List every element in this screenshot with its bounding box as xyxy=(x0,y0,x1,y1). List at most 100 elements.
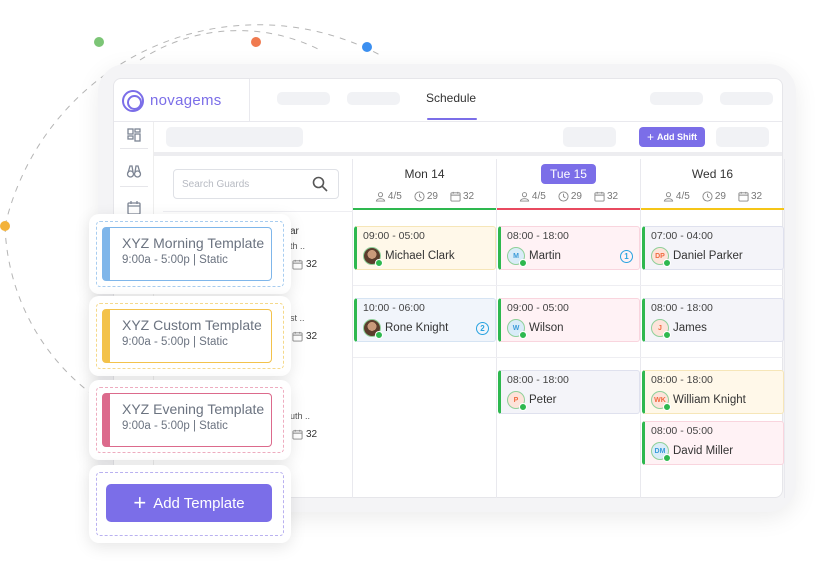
toolbar-placeholder[interactable] xyxy=(563,127,616,147)
toolbar-placeholder[interactable] xyxy=(716,127,769,147)
avatar-initials: DP xyxy=(651,247,671,267)
template-subtitle: 9:00a - 5:00p | Static xyxy=(122,420,228,432)
shift-card[interactable]: 09:00 - 05:00 Michael Clark xyxy=(354,226,496,270)
orbit-dot-blue xyxy=(362,42,372,52)
shift-time: 09:00 - 05:00 xyxy=(507,302,569,314)
guard-name: Peter xyxy=(529,394,557,406)
guard-shift-count: 32 xyxy=(292,429,317,440)
nav-tab-placeholder[interactable] xyxy=(347,92,400,105)
verified-icon xyxy=(663,259,671,267)
shift-time: 10:00 - 06:00 xyxy=(363,302,425,314)
template-item[interactable]: XYZ Custom Template 9:00a - 5:00p | Stat… xyxy=(102,309,272,363)
day-status-bar xyxy=(497,208,640,210)
active-tab-indicator xyxy=(427,118,477,120)
nav-action-placeholder[interactable] xyxy=(650,92,703,105)
schedule-toolbar: + Add Shift xyxy=(154,122,782,156)
user-icon xyxy=(519,191,530,202)
day-label: Wed 16 xyxy=(691,167,734,181)
brand-logo[interactable]: novagems xyxy=(114,79,250,122)
calendar-icon xyxy=(292,429,303,440)
verified-icon xyxy=(663,454,671,462)
verified-icon xyxy=(663,331,671,339)
top-nav: novagems Schedule xyxy=(114,79,782,122)
verified-icon xyxy=(519,403,527,411)
avatar-photo xyxy=(363,319,383,339)
day-label: Mon 14 xyxy=(404,167,445,181)
template-item[interactable]: XYZ Evening Template 9:00a - 5:00p | Sta… xyxy=(102,393,272,447)
shifts-stat: 32 xyxy=(450,191,474,202)
shift-card[interactable]: 10:00 - 06:00 Rone Knight 2 xyxy=(354,298,496,342)
shift-time: 08:00 - 18:00 xyxy=(651,374,713,386)
shift-card[interactable]: 08:00 - 18:00 WK William Knight xyxy=(642,370,784,414)
template-title: XYZ Custom Template xyxy=(122,317,262,333)
clock-icon xyxy=(702,191,713,202)
tab-schedule[interactable]: Schedule xyxy=(426,91,476,105)
row-divider xyxy=(353,285,783,286)
calendar-icon xyxy=(292,259,303,270)
guard-location-fragment: st .. xyxy=(290,313,305,323)
shift-card[interactable]: 09:00 - 05:00 W Wilson xyxy=(498,298,640,342)
guard-name-fragment: ar xyxy=(290,226,299,237)
orbit-dot-yellow xyxy=(0,221,10,231)
template-card[interactable]: XYZ Evening Template 9:00a - 5:00p | Sta… xyxy=(89,380,291,460)
shift-card[interactable]: 08:00 - 18:00 J James xyxy=(642,298,784,342)
clock-icon xyxy=(414,191,425,202)
day-header[interactable]: Tue 15 4/5 29 32 xyxy=(497,159,640,210)
search-guards-input[interactable] xyxy=(182,178,302,190)
day-header[interactable]: Mon 14 4/5 29 32 xyxy=(353,159,496,210)
avatar-initials: DM xyxy=(651,442,671,462)
calendar-icon xyxy=(292,331,303,342)
rail-divider xyxy=(120,148,148,149)
day-stats: 4/5 29 32 xyxy=(353,191,496,202)
user-icon xyxy=(663,191,674,202)
add-template-label: Add Template xyxy=(153,494,245,512)
shifts-stat: 32 xyxy=(594,191,618,202)
guard-location-fragment: th .. xyxy=(290,241,306,251)
shift-card[interactable]: 08:00 - 18:00 P Peter xyxy=(498,370,640,414)
nav-action-placeholder[interactable] xyxy=(720,92,773,105)
binoculars-icon[interactable] xyxy=(126,163,142,179)
shift-card[interactable]: 08:00 - 05:00 DM David Miller xyxy=(642,421,784,465)
guard-name: David Miller xyxy=(673,445,734,457)
guard-name: Martin xyxy=(529,250,561,262)
guard-location-fragment: uth .. xyxy=(290,411,311,421)
shift-time: 08:00 - 18:00 xyxy=(651,302,713,314)
dashboard-icon[interactable] xyxy=(126,127,142,143)
verified-icon xyxy=(375,331,383,339)
add-template-card: + Add Template xyxy=(89,465,291,543)
shift-count-badge[interactable]: 1 xyxy=(620,250,633,263)
guard-name: Daniel Parker xyxy=(673,250,743,262)
add-shift-button[interactable]: + Add Shift xyxy=(639,127,705,147)
guard-name: Rone Knight xyxy=(385,322,449,334)
user-icon xyxy=(375,191,386,202)
avatar-initials: WK xyxy=(651,391,671,411)
clock-icon xyxy=(558,191,569,202)
template-card[interactable]: XYZ Morning Template 9:00a - 5:00p | Sta… xyxy=(89,214,291,294)
shifts-stat: 32 xyxy=(738,191,762,202)
template-card[interactable]: XYZ Custom Template 9:00a - 5:00p | Stat… xyxy=(89,296,291,376)
day-header[interactable]: Wed 16 4/5 29 32 xyxy=(641,159,784,210)
guard-name: Michael Clark xyxy=(385,250,455,262)
add-template-button[interactable]: + Add Template xyxy=(106,484,272,522)
search-guards-field[interactable] xyxy=(173,169,339,199)
day-status-bar xyxy=(641,208,784,210)
nav-tab-placeholder[interactable] xyxy=(277,92,330,105)
template-subtitle: 9:00a - 5:00p | Static xyxy=(122,336,228,348)
brand-name: novagems xyxy=(150,92,222,109)
verified-icon xyxy=(519,331,527,339)
hours-stat: 29 xyxy=(414,191,438,202)
shift-card[interactable]: 07:00 - 04:00 DP Daniel Parker xyxy=(642,226,784,270)
guard-name: Wilson xyxy=(529,322,564,334)
shift-count-badge[interactable]: 2 xyxy=(476,322,489,335)
template-item[interactable]: XYZ Morning Template 9:00a - 5:00p | Sta… xyxy=(102,227,272,281)
calendar-icon xyxy=(738,191,749,202)
verified-icon xyxy=(663,403,671,411)
search-icon[interactable] xyxy=(312,176,328,192)
toolbar-placeholder[interactable] xyxy=(166,127,303,147)
avatar-initials: M xyxy=(507,247,527,267)
template-title: XYZ Morning Template xyxy=(122,235,265,251)
rail-divider xyxy=(120,186,148,187)
guards-stat: 4/5 xyxy=(375,191,402,202)
shift-card[interactable]: 08:00 - 18:00 M Martin 1 xyxy=(498,226,640,270)
orbit-dot-green xyxy=(94,37,104,47)
